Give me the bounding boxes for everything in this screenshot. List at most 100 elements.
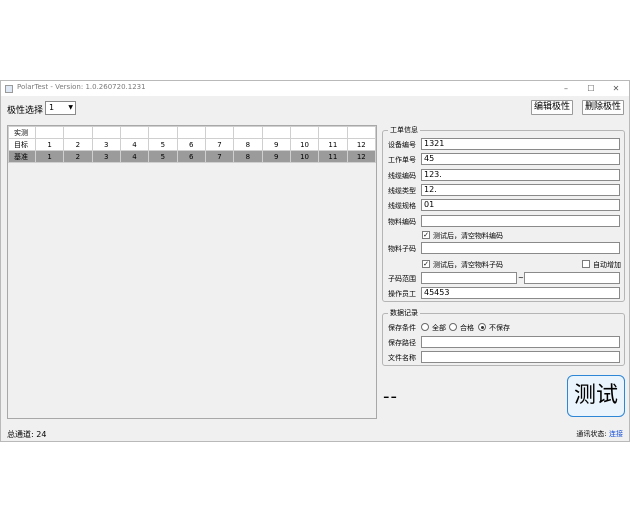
- material-code-label: 物料编码: [388, 218, 416, 226]
- auto-increase-checkbox[interactable]: [582, 260, 590, 268]
- data-record-group: 数据记录 保存条件 全部 合格 不保存 保存路径 文件名称: [382, 308, 625, 366]
- window-title: PolarTest - Version: 1.0.260720.1231: [17, 83, 146, 91]
- grid-cell[interactable]: 5: [148, 138, 178, 151]
- grid-table: 实测 目标 1 2 3 4 5 6 7 8 9 10 11 12 基准 1 2 …: [8, 126, 377, 163]
- device-no-label: 设备编号: [388, 141, 416, 149]
- work-order-group: 工单信息 设备编号 1321 工作单号 45 线缆编码 123. 线缆类型 12…: [382, 125, 625, 302]
- grid-cell[interactable]: 1: [34, 138, 65, 151]
- close-button[interactable]: ✕: [604, 81, 628, 96]
- operator-label: 操作员工: [388, 290, 416, 298]
- grid-row-measured[interactable]: 实测: [8, 126, 377, 139]
- file-name-label: 文件名称: [388, 354, 416, 362]
- grid-cell[interactable]: 5: [148, 150, 178, 163]
- grid-row-target[interactable]: 目标 1 2 3 4 5 6 7 8 9 10 11 12: [8, 138, 377, 151]
- polarity-grid[interactable]: 实测 目标 1 2 3 4 5 6 7 8 9 10 11 12 基准 1 2 …: [7, 125, 377, 419]
- row-header: 基准: [8, 150, 36, 163]
- grid-cell[interactable]: 8: [233, 150, 263, 163]
- main-window: PolarTest - Version: 1.0.260720.1231 – ☐…: [0, 80, 630, 442]
- range-to-input[interactable]: [524, 272, 620, 284]
- no-save-label: 不保存: [489, 324, 510, 332]
- grid-cell[interactable]: [204, 126, 235, 139]
- work-order-title: 工单信息: [388, 125, 420, 135]
- grid-cell[interactable]: 12: [346, 150, 377, 163]
- save-path-label: 保存路径: [388, 339, 416, 347]
- grid-cell[interactable]: 3: [91, 138, 121, 151]
- cable-type-input[interactable]: 12.: [421, 184, 620, 196]
- grid-cell[interactable]: [91, 126, 121, 139]
- grid-cell[interactable]: 11: [318, 150, 348, 163]
- order-no-input[interactable]: 45: [421, 153, 620, 165]
- grid-cell[interactable]: 12: [346, 138, 377, 151]
- grid-cell[interactable]: 2: [63, 150, 93, 163]
- title-bar: PolarTest - Version: 1.0.260720.1231 – ☐…: [1, 81, 629, 96]
- save-all-radio[interactable]: [421, 323, 429, 331]
- result-display: --: [383, 386, 398, 407]
- maximize-button[interactable]: ☐: [579, 81, 603, 96]
- clear-sub-checkbox[interactable]: ✓: [422, 260, 430, 268]
- grid-cell[interactable]: 2: [63, 138, 93, 151]
- comm-status-link[interactable]: 连接: [609, 430, 623, 438]
- cable-spec-label: 线缆规格: [388, 202, 416, 210]
- edit-polarity-button[interactable]: 编辑极性: [531, 100, 573, 115]
- grid-cell[interactable]: 10: [289, 138, 320, 151]
- grid-cell[interactable]: 11: [318, 138, 348, 151]
- clear-material-checkbox[interactable]: ✓: [422, 231, 430, 239]
- data-record-title: 数据记录: [388, 308, 420, 318]
- operator-input[interactable]: 45453: [421, 287, 620, 299]
- grid-cell[interactable]: [63, 126, 93, 139]
- row-header: 目标: [8, 138, 36, 151]
- grid-row-reference[interactable]: 基准 1 2 3 4 5 6 7 8 9 10 11 12: [8, 150, 377, 163]
- material-code-input[interactable]: [421, 215, 620, 227]
- save-condition-label: 保存条件: [388, 324, 416, 332]
- grid-cell[interactable]: [318, 126, 348, 139]
- grid-cell[interactable]: [233, 126, 263, 139]
- polarity-label: 极性选择: [7, 106, 44, 116]
- comm-status: 通讯状态: 连接: [576, 429, 623, 439]
- grid-cell[interactable]: [346, 126, 377, 139]
- clear-material-label: 测试后，清空物料编码: [433, 232, 503, 240]
- test-button[interactable]: 测试: [567, 375, 625, 417]
- chevron-down-icon: ▼: [68, 104, 73, 111]
- material-sub-input[interactable]: [421, 242, 620, 254]
- save-pass-radio[interactable]: [449, 323, 457, 331]
- grid-cell[interactable]: 9: [261, 138, 291, 151]
- grid-cell[interactable]: [148, 126, 178, 139]
- grid-cell[interactable]: 4: [119, 150, 150, 163]
- app-icon: [5, 85, 13, 93]
- grid-cell[interactable]: 3: [91, 150, 121, 163]
- grid-cell[interactable]: 6: [176, 150, 206, 163]
- no-save-radio[interactable]: [478, 323, 486, 331]
- grid-cell[interactable]: 6: [176, 138, 206, 151]
- grid-cell[interactable]: 1: [34, 150, 65, 163]
- row-header: 实测: [8, 126, 36, 139]
- save-all-label: 全部: [432, 324, 446, 332]
- grid-cell[interactable]: [34, 126, 65, 139]
- grid-cell[interactable]: 9: [261, 150, 291, 163]
- grid-cell[interactable]: 7: [204, 138, 235, 151]
- comm-status-label: 通讯状态:: [576, 430, 607, 438]
- grid-cell[interactable]: 8: [233, 138, 263, 151]
- auto-increase-label: 自动增加: [593, 261, 621, 269]
- cable-code-input[interactable]: 123.: [421, 169, 620, 181]
- polarity-value: 1: [49, 103, 55, 112]
- sub-range-label: 子码范围: [388, 275, 416, 283]
- file-name-input[interactable]: [421, 351, 620, 363]
- device-no-input[interactable]: 1321: [421, 138, 620, 150]
- order-no-label: 工作单号: [388, 156, 416, 164]
- grid-cell[interactable]: [119, 126, 150, 139]
- material-sub-label: 物料子码: [388, 245, 416, 253]
- grid-cell[interactable]: 10: [289, 150, 320, 163]
- grid-cell[interactable]: [261, 126, 291, 139]
- grid-cell[interactable]: 7: [204, 150, 235, 163]
- cable-code-label: 线缆编码: [388, 172, 416, 180]
- polarity-select[interactable]: 1 ▼: [45, 101, 76, 115]
- delete-polarity-button[interactable]: 删除极性: [582, 100, 624, 115]
- range-separator: ~: [518, 274, 524, 282]
- save-path-input[interactable]: [421, 336, 620, 348]
- grid-cell[interactable]: 4: [119, 138, 150, 151]
- grid-cell[interactable]: [176, 126, 206, 139]
- cable-spec-input[interactable]: 01: [421, 199, 620, 211]
- range-from-input[interactable]: [421, 272, 517, 284]
- grid-cell[interactable]: [289, 126, 320, 139]
- minimize-button[interactable]: –: [554, 81, 578, 96]
